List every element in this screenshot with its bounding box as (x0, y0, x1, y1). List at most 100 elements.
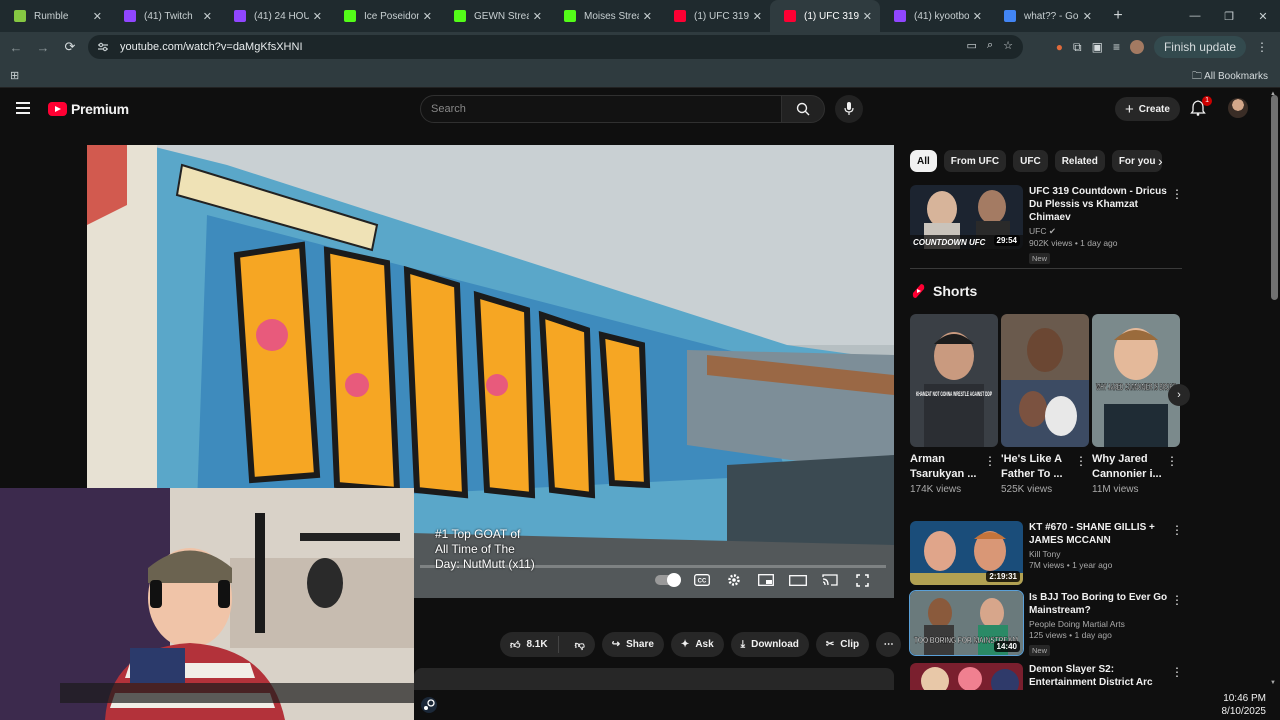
voice-search-button[interactable] (835, 95, 863, 123)
close-tab-icon[interactable]: ✕ (93, 10, 102, 23)
dislike-button[interactable]: 👎︎ (565, 639, 595, 651)
browser-tab[interactable]: (1) UFC 319 C ✕ (770, 0, 880, 32)
chip-from-ufc[interactable]: From UFC (943, 150, 1007, 172)
restore-button[interactable]: ❐ (1212, 0, 1246, 32)
close-tab-icon[interactable]: ✕ (753, 10, 762, 23)
omnibox[interactable]: youtube.com/watch?v=daMgKfsXHNI ▭ ⌕ ☆ (88, 35, 1023, 59)
recommendation-item[interactable]: 2:19:31 KT #670 - SHANE GILLIS + JAMES M… (910, 521, 1185, 587)
profile-avatar[interactable] (1129, 40, 1144, 54)
browser-tab[interactable]: Moises Stream ✕ (550, 0, 660, 32)
video-title[interactable]: Demon Slayer S2: Entertainment District … (1029, 663, 1174, 690)
browser-tab[interactable]: Rumble ✕ (0, 0, 110, 32)
forward-button[interactable]: → (29, 33, 57, 61)
sidepanel-icon[interactable]: ▣ (1092, 40, 1103, 54)
close-tab-icon[interactable]: ✕ (203, 10, 212, 23)
browser-menu-icon[interactable]: ⋮ (1256, 40, 1268, 54)
taskbar-clock[interactable]: 10:46 PM 8/10/2025 (1222, 692, 1267, 718)
video-menu-icon[interactable]: ⋮ (1171, 665, 1183, 679)
browser-tab[interactable]: GEWN Stream ✕ (440, 0, 550, 32)
close-tab-icon[interactable]: ✕ (1083, 10, 1092, 23)
download-button[interactable]: ⤓ Download (730, 632, 809, 657)
autoplay-toggle[interactable] (655, 573, 681, 587)
short-thumbnail[interactable]: KHAMZAT NOT GONNA WRESTLE AGAINST DDP (910, 314, 998, 447)
recommendation-item[interactable]: Demon Slayer S2: Entertainment District … (910, 663, 1185, 690)
search-button[interactable] (781, 95, 825, 123)
video-thumbnail[interactable] (910, 663, 1023, 690)
close-window-button[interactable]: ✕ (1246, 0, 1280, 32)
like-button[interactable]: 👍︎ 8.1K (500, 636, 559, 653)
extension-icon[interactable]: ● (1056, 40, 1063, 54)
all-bookmarks-button[interactable]: 🗀 All Bookmarks (1192, 69, 1268, 86)
channel-name[interactable]: Kill Tony (1029, 549, 1174, 559)
close-tab-icon[interactable]: ✕ (533, 10, 542, 23)
video-menu-icon[interactable]: ⋮ (1171, 523, 1183, 537)
account-avatar[interactable] (1228, 98, 1248, 118)
clip-button[interactable]: ✂ Clip (815, 632, 870, 657)
captions-icon[interactable]: CC (693, 572, 711, 588)
video-title[interactable]: KT #670 - SHANE GILLIS + JAMES MCCANN (1029, 521, 1174, 547)
fullscreen-icon[interactable] (853, 572, 871, 588)
close-tab-icon[interactable]: ✕ (863, 10, 872, 23)
video-thumbnail[interactable]: TOO BORING FOR MAINSTREAM 14:40 (909, 590, 1024, 656)
scroll-down-arrow-icon[interactable]: ▼ (1270, 680, 1276, 686)
browser-tab[interactable]: (1) UFC 319 C ✕ (660, 0, 770, 32)
chip-related[interactable]: Related (1054, 150, 1105, 172)
puzzle-icon[interactable]: ⧉ (1073, 40, 1082, 55)
new-tab-button[interactable]: + (1106, 4, 1130, 28)
browser-tab[interactable]: what?? - Goo ✕ (990, 0, 1100, 32)
short-menu-icon[interactable]: ⋮ (1166, 454, 1178, 468)
create-button[interactable]: + Create (1115, 97, 1180, 121)
back-button[interactable]: ← (2, 33, 30, 61)
shorts-next-chevron-icon[interactable]: › (1168, 384, 1190, 406)
video-thumbnail[interactable]: COUNTDOWN UFC 29:54 (910, 185, 1023, 249)
close-tab-icon[interactable]: ✕ (423, 10, 432, 23)
video-title[interactable]: Is BJJ Too Boring to Ever Go Mainstream? (1029, 591, 1174, 617)
apps-grid-icon[interactable]: ⊞ (10, 69, 19, 82)
youtube-logo[interactable]: Premium (48, 101, 129, 117)
short-title[interactable]: Why Jared Cannonier i... (1092, 452, 1166, 482)
short-title[interactable]: Arman Tsarukyan ... (910, 452, 984, 482)
browser-tab[interactable]: (41) 24 HOUR ✕ (220, 0, 330, 32)
short-menu-icon[interactable]: ⋮ (984, 454, 996, 468)
chip-ufc[interactable]: UFC (1013, 150, 1048, 172)
theater-mode-icon[interactable] (789, 572, 807, 588)
short-thumbnail[interactable] (1001, 314, 1089, 447)
install-app-icon[interactable]: ▭ (967, 39, 977, 52)
short-title[interactable]: 'He's Like A Father To ... (1001, 452, 1075, 482)
zoom-icon[interactable]: ⌕ (987, 39, 993, 52)
bookmark-star-icon[interactable]: ☆ (1003, 39, 1013, 52)
more-actions-button[interactable]: ⋯ (876, 632, 902, 657)
video-menu-icon[interactable]: ⋮ (1171, 593, 1183, 607)
video-thumbnail[interactable]: 2:19:31 (910, 521, 1023, 585)
short-thumbnail[interactable]: WHY JARED CANNONIER IS BROKE (1092, 314, 1180, 447)
close-tab-icon[interactable]: ✕ (643, 10, 652, 23)
search-input[interactable] (431, 103, 781, 115)
share-button[interactable]: ↪ Share (601, 632, 664, 657)
page-scrollbar[interactable] (1271, 95, 1278, 300)
miniplayer-icon[interactable] (757, 572, 775, 588)
chip-all[interactable]: All (910, 150, 937, 172)
video-menu-icon[interactable]: ⋮ (1171, 187, 1183, 201)
cast-icon[interactable] (821, 572, 839, 588)
close-tab-icon[interactable]: ✕ (973, 10, 982, 23)
notifications-button[interactable]: 1 (1190, 96, 1212, 118)
reload-button[interactable]: ⟳ (56, 33, 84, 61)
close-tab-icon[interactable]: ✕ (313, 10, 322, 23)
ask-button[interactable]: ✦ Ask (670, 632, 724, 657)
chip-for-you[interactable]: For you (1111, 150, 1163, 172)
site-info-icon[interactable] (96, 40, 110, 54)
recommendation-item[interactable]: TOO BORING FOR MAINSTREAM 14:40 Is BJJ T… (909, 590, 1185, 657)
media-controls-icon[interactable]: ≡ (1113, 40, 1120, 54)
short-menu-icon[interactable]: ⋮ (1075, 454, 1087, 468)
guide-menu-icon[interactable] (16, 102, 30, 114)
browser-tab[interactable]: (41) Twitch ✕ (110, 0, 220, 32)
minimize-button[interactable]: — (1178, 0, 1212, 32)
settings-gear-icon[interactable] (725, 572, 743, 588)
browser-tab[interactable]: (41) kyootbot ✕ (880, 0, 990, 32)
channel-name[interactable]: People Doing Martial Arts (1029, 619, 1174, 629)
recommendation-item[interactable]: COUNTDOWN UFC 29:54 UFC 319 Countdown - … (910, 185, 1185, 264)
chips-next-chevron-icon[interactable]: › (1158, 153, 1163, 169)
finish-update-button[interactable]: Finish update (1153, 36, 1246, 58)
channel-name[interactable]: UFC ✔ (1029, 226, 1174, 237)
steam-icon[interactable] (420, 696, 438, 714)
